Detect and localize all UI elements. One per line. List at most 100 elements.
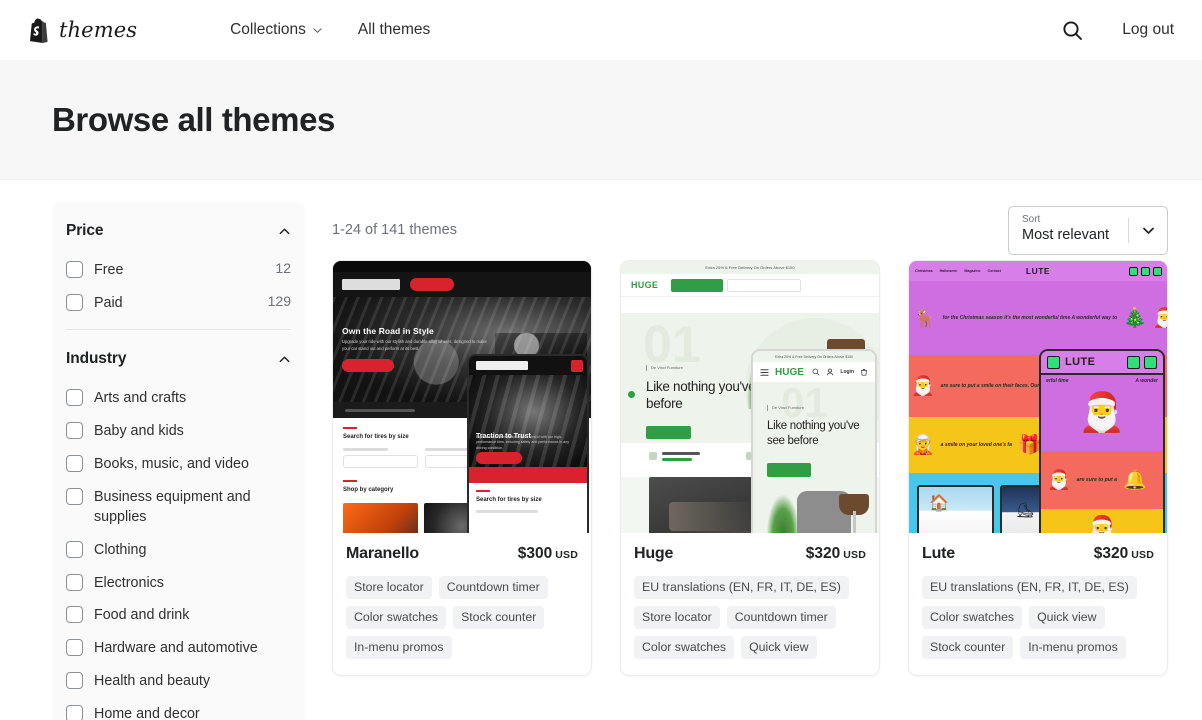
search-icon[interactable] [1060, 18, 1084, 42]
menu-icon [760, 368, 769, 376]
theme-name: Huge [634, 545, 674, 562]
filter-option-business-equipment[interactable]: Business equipment and supplies [66, 481, 291, 534]
theme-card-lute[interactable]: Christmas Halloween Magazine Contact LUT… [908, 260, 1168, 676]
checkbox-clothing[interactable] [66, 541, 83, 559]
huge-desktop-preview: Extra 25% & Free Delivery On Orders Abov… [621, 261, 879, 533]
nav-item-all-themes[interactable]: All themes [358, 21, 430, 39]
elf-emoji: 🧝 [911, 434, 935, 456]
checkbox-home-and-decor[interactable] [66, 704, 83, 720]
filter-option-free-label: Free [94, 262, 124, 278]
top-navigation-bar: themes Collections All themes Log out [0, 0, 1202, 60]
checkbox-books-music-video[interactable] [66, 454, 83, 472]
theme-price: $320 [1093, 545, 1129, 562]
filter-option-home-and-decor[interactable]: Home and decor [66, 698, 291, 720]
filter-option-label: Food and drink [94, 607, 190, 624]
feature-tag: Store locator [634, 606, 720, 629]
checkbox-arts-and-crafts[interactable] [66, 389, 83, 407]
theme-name: Lute [922, 545, 955, 562]
huge-mobile-preview: Extra 25% & Free Delivery On Orders Abov… [751, 349, 877, 533]
huge-hero-number: 01 [643, 316, 701, 374]
checkbox-baby-and-kids[interactable] [66, 422, 83, 440]
huge-mobile-login-label: Login [840, 369, 854, 375]
checkbox-paid[interactable] [66, 293, 83, 311]
filter-option-label: Home and decor [94, 705, 200, 720]
maranello-categories-button [410, 278, 454, 291]
checkbox-health-and-beauty[interactable] [66, 671, 83, 689]
maranello-hero-headline: Own the Road in Style [342, 326, 434, 337]
filter-group-price-header[interactable]: Price [66, 202, 291, 254]
lute-marquee-purple: 🦌 for the Christmas season it's the most… [909, 281, 1167, 355]
checkbox-food-and-drink[interactable] [66, 606, 83, 624]
theme-preview-huge[interactable]: Extra 25% & Free Delivery On Orders Abov… [621, 261, 879, 533]
theme-preview-maranello[interactable]: Own the Road in Style Upgrade your ride … [333, 261, 591, 533]
theme-price: $300 [517, 545, 553, 562]
theme-feature-tags: EU translations (EN, FR, IT, DE, ES) Col… [922, 576, 1154, 659]
maranello-mobile-cta [476, 452, 522, 464]
maranello-mobile-promo-bar [469, 467, 587, 483]
lute-marquee-text: for the Christmas season it's the most w… [942, 315, 1118, 321]
chevron-up-icon[interactable] [278, 353, 291, 366]
checkbox-business-equipment[interactable] [66, 487, 83, 505]
theme-price: $320 [805, 545, 841, 562]
lute-desktop-preview: Christmas Halloween Magazine Contact LUT… [909, 261, 1167, 533]
filter-option-food-and-drink[interactable]: Food and drink [66, 599, 291, 632]
filter-option-hardware-automotive[interactable]: Hardware and automotive [66, 632, 291, 665]
chevron-down-icon[interactable] [1129, 207, 1167, 254]
checkbox-hardware-automotive[interactable] [66, 639, 83, 657]
lute-marquee-text: a smile on your loved one's fa [940, 442, 1012, 448]
filter-option-paid[interactable]: Paid 129 [66, 287, 291, 320]
maranello-hero-cta [342, 359, 394, 372]
sort-dropdown[interactable]: Sort Most relevant [1008, 205, 1168, 255]
huge-mobile-icons: Login [812, 368, 868, 376]
santa-emoji: 🎅 [1078, 392, 1126, 434]
content-area: Price Free 12 Paid 129 Industry Arts and… [0, 180, 1202, 720]
filter-option-free[interactable]: Free 12 [66, 254, 291, 287]
feature-tag: Stock counter [453, 606, 545, 629]
huge-mobile-lamp-stand [853, 511, 856, 533]
theme-currency: USD [555, 549, 578, 561]
lute-nav-item: Magazine [964, 269, 981, 273]
theme-card-body: Maranello $300 USD Store locator Countdo… [333, 533, 591, 675]
maranello-mobile-subhead: Experience superior traction and control… [476, 434, 570, 450]
lute-mobile-text: A wonder [1135, 378, 1158, 384]
filter-option-books-music-video[interactable]: Books, music, and video [66, 448, 291, 481]
theme-card-heading: Lute $320 USD [922, 545, 1154, 563]
lute-product-image [919, 487, 992, 533]
maranello-hero-subhead: Upgrade your ride with our stylish and d… [342, 339, 487, 351]
checkbox-electronics[interactable] [66, 573, 83, 591]
accent-bar [476, 490, 490, 492]
santa-emoji: 🎅 [1047, 469, 1071, 491]
gift-emoji: 🎁 [1017, 434, 1042, 456]
nav-item-collections-label: Collections [230, 21, 306, 38]
lute-nav-item: Halloween [939, 269, 958, 273]
bag-icon [861, 368, 867, 376]
filter-group-industry-header[interactable]: Industry [66, 330, 291, 382]
user-icon [1141, 266, 1150, 276]
filter-option-clothing[interactable]: Clothing [66, 534, 291, 567]
logout-button[interactable]: Log out [1122, 21, 1174, 39]
feature-tag: Color swatches [922, 606, 1023, 629]
filter-option-label: Arts and crafts [94, 390, 187, 407]
themes-results: 1-24 of 141 themes Sort Most relevant Ow… [305, 202, 1168, 676]
lute-mobile-navbar: LUTE [1041, 351, 1163, 375]
checkbox-free[interactable] [66, 261, 83, 278]
filter-option-paid-count: 129 [267, 292, 291, 309]
theme-currency: USD [843, 549, 866, 561]
theme-card-huge[interactable]: Extra 25% & Free Delivery On Orders Abov… [620, 260, 880, 676]
maranello-store-logo [342, 279, 400, 290]
filter-option-baby-and-kids[interactable]: Baby and kids [66, 415, 291, 448]
lute-nav-item: Contact [987, 269, 1001, 273]
theme-card-maranello[interactable]: Own the Road in Style Upgrade your ride … [332, 260, 592, 676]
nav-item-collections[interactable]: Collections [230, 21, 322, 39]
brand-logo[interactable]: themes [28, 18, 137, 43]
theme-card-heading: Maranello $300 USD [346, 545, 578, 563]
huge-hero-kicker: De Vinci Furniture [646, 365, 683, 372]
chevron-up-icon[interactable] [278, 225, 291, 238]
brand-name: themes [59, 18, 138, 42]
filter-option-electronics[interactable]: Electronics [66, 567, 291, 600]
huge-mobile-navbar: HUGE Login [753, 362, 875, 383]
huge-search-field [727, 279, 801, 292]
filter-option-arts-and-crafts[interactable]: Arts and crafts [66, 382, 291, 415]
theme-preview-lute[interactable]: Christmas Halloween Magazine Contact LUT… [909, 261, 1167, 533]
filter-option-health-and-beauty[interactable]: Health and beauty [66, 665, 291, 698]
